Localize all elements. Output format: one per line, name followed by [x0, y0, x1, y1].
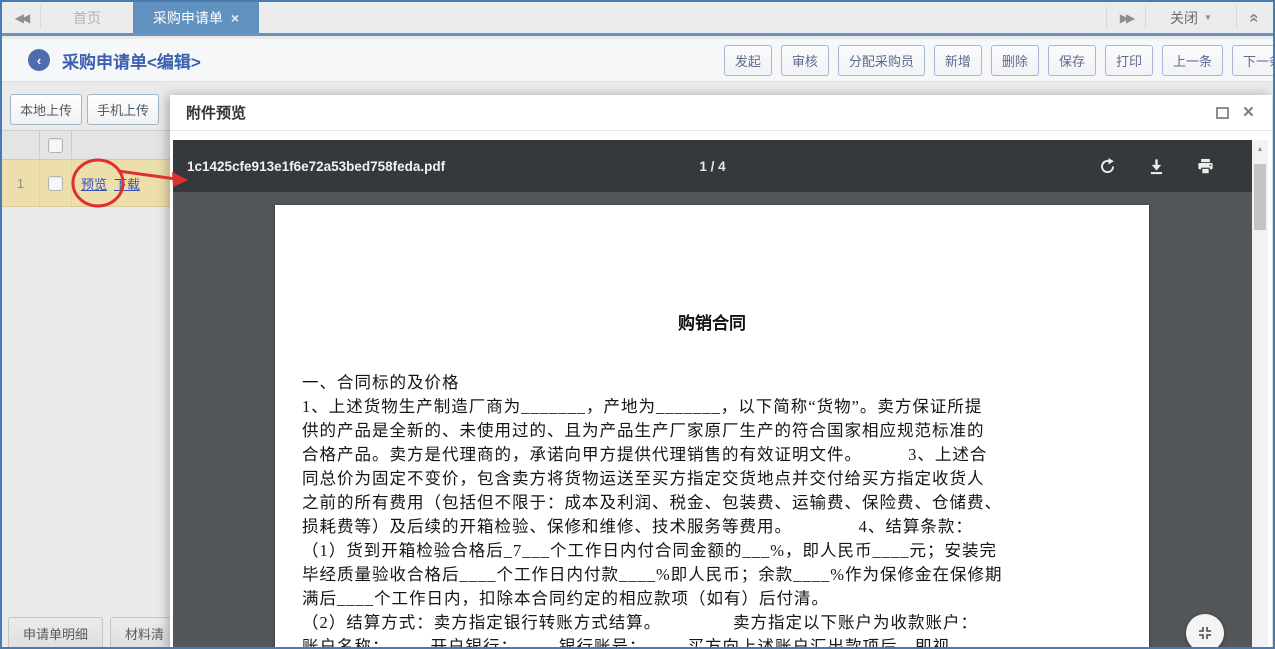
tab-label: 采购申请单 [153, 8, 223, 28]
preview-link[interactable]: 预览 [81, 174, 107, 193]
forward-icon: ▶▶ [1120, 11, 1132, 25]
pdf-toolbar: 1c1425cfe913e1f6e72a53bed758feda.pdf 1 /… [173, 140, 1252, 192]
previous-record-button[interactable]: 上一条 [1162, 45, 1223, 76]
scroll-up-icon[interactable]: ▲ [1252, 140, 1268, 158]
assign-buyer-button[interactable]: 分配采购员 [838, 45, 925, 76]
page-title: 采购申请单<编辑> [62, 48, 201, 73]
scrollbar-thumb[interactable] [1254, 164, 1266, 230]
download-link[interactable]: 下载 [114, 174, 140, 193]
close-menu-button[interactable]: 关闭 ▼ [1146, 2, 1236, 33]
fit-page-button[interactable] [1186, 614, 1224, 649]
doc-line: 之前的所有费用（包括但不限于：成本及利润、税金、包装费、运输费、保险费、仓储费、 [302, 491, 1135, 515]
doc-line: 满后____个工作日内，扣除本合同约定的相应款项（如有）后付清。 [302, 587, 1135, 611]
tab-bar: ◀◀ 首页 采购申请单 × ▶▶ 关闭 ▼ « [2, 2, 1273, 36]
doc-line: 账户名称： 开户银行： 银行账号： 买方向上述账户汇出款项后，即视 [302, 635, 1135, 649]
audit-button[interactable]: 审核 [781, 45, 829, 76]
doc-line: 同总价为固定不变价，包含卖方将货物运送至买方指定交货地点并交付给买方指定收货人 [302, 467, 1135, 491]
doc-line: （2）结算方式：卖方指定银行转账方式结算。 卖方指定以下账户为收款账户： [302, 611, 1135, 635]
doc-line: 合格产品。卖方是代理商的，承诺向甲方提供代理销售的有效证明文件。 3、上述合 [302, 443, 1135, 467]
pdf-page: 购销合同 一、合同标的及价格 1、上述货物生产制造厂商为_______，产地为_… [275, 205, 1149, 649]
tab-purchase-requisition[interactable]: 采购申请单 × [133, 2, 259, 33]
attachments-panel: 本地上传 手机上传 1 预览 下载 [2, 82, 170, 647]
doc-line: 供的产品是全新的、未使用过的、且为产品生产厂家原厂生产的符合国家相应规范标准的 [302, 419, 1135, 443]
print-icon[interactable] [1196, 157, 1215, 176]
rotate-icon[interactable] [1098, 157, 1117, 176]
maximize-icon[interactable] [1216, 107, 1229, 119]
close-icon[interactable]: × [1243, 103, 1254, 122]
doc-line: 损耗费等）及后续的开箱检验、保修和维修、技术服务等费用。 4、结算条款： [302, 515, 1135, 539]
pdf-scrollbar[interactable]: ▲ [1252, 140, 1268, 649]
upload-buttons: 本地上传 手机上传 [10, 94, 159, 125]
doc-line: 一、合同标的及价格 [302, 371, 1135, 395]
document-title: 购销合同 [275, 309, 1149, 334]
attachments-table: 1 预览 下载 [2, 130, 170, 207]
pdf-filename: 1c1425cfe913e1f6e72a53bed758feda.pdf [187, 159, 445, 174]
fit-page-icon [1197, 625, 1213, 641]
attachment-row[interactable]: 1 预览 下载 [2, 160, 170, 207]
back-icon: ‹ [37, 53, 41, 68]
scroll-tabs-left-button[interactable]: ◀◀ [2, 2, 40, 33]
rewind-icon: ◀◀ [15, 11, 27, 25]
doc-line: 1、上述货物生产制造厂商为_______，产地为_______，以下简称“货物”… [302, 395, 1135, 419]
tab-request-detail[interactable]: 申请单明细 [8, 617, 103, 649]
mobile-upload-button[interactable]: 手机上传 [87, 94, 159, 125]
attachment-preview-modal: 附件预览 × 1c1425cfe913e1f6e72a53bed758feda.… [170, 95, 1272, 649]
pdf-content-area[interactable]: 购销合同 一、合同标的及价格 1、上述货物生产制造厂商为_______，产地为_… [173, 192, 1252, 649]
row-checkbox[interactable] [48, 176, 63, 191]
tab-home[interactable]: 首页 [41, 2, 133, 33]
document-body: 一、合同标的及价格 1、上述货物生产制造厂商为_______，产地为______… [302, 371, 1135, 649]
pdf-viewer: 1c1425cfe913e1f6e72a53bed758feda.pdf 1 /… [173, 140, 1268, 649]
modal-title: 附件预览 [186, 102, 246, 123]
next-record-button[interactable]: 下一条 [1232, 45, 1275, 76]
modal-header: 附件预览 × [170, 95, 1272, 131]
print-button[interactable]: 打印 [1105, 45, 1153, 76]
local-upload-button[interactable]: 本地上传 [10, 94, 82, 125]
tab-material-list[interactable]: 材料清 [110, 617, 179, 649]
chevron-down-icon: ▼ [1204, 13, 1212, 22]
select-all-checkbox[interactable] [48, 138, 63, 153]
attachments-table-header [2, 130, 170, 160]
tab-bar-spacer [259, 2, 1106, 33]
collapse-header-button[interactable]: « [1237, 2, 1273, 33]
scroll-tabs-right-button[interactable]: ▶▶ [1107, 2, 1145, 33]
app-window: ◀◀ 首页 采购申请单 × ▶▶ 关闭 ▼ « ‹ 采购申请单<编辑> 发起 审… [0, 0, 1275, 649]
double-chevron-up-icon: « [1245, 13, 1265, 22]
page-header: ‹ 采购申请单<编辑> 发起 审核 分配采购员 新增 删除 保存 打印 上一条 … [2, 39, 1273, 82]
initiate-button[interactable]: 发起 [724, 45, 772, 76]
save-button[interactable]: 保存 [1048, 45, 1096, 76]
download-icon[interactable] [1147, 157, 1166, 176]
row-number: 1 [2, 176, 39, 191]
main-toolbar: 发起 审核 分配采购员 新增 删除 保存 打印 上一条 下一条 [724, 45, 1275, 76]
close-tab-icon[interactable]: × [231, 10, 239, 26]
doc-line: （1）货到开箱检验合格后_7___个工作日内付合同金额的___%，即人民币___… [302, 539, 1135, 563]
add-button[interactable]: 新增 [934, 45, 982, 76]
detail-tabs: 申请单明细 材料清 [8, 617, 179, 649]
close-menu-label: 关闭 [1170, 8, 1198, 28]
doc-line: 毕经质量验收合格后____个工作日内付款____%即人民币；余款____%作为保… [302, 563, 1135, 587]
delete-button[interactable]: 删除 [991, 45, 1039, 76]
back-button[interactable]: ‹ [28, 49, 50, 71]
